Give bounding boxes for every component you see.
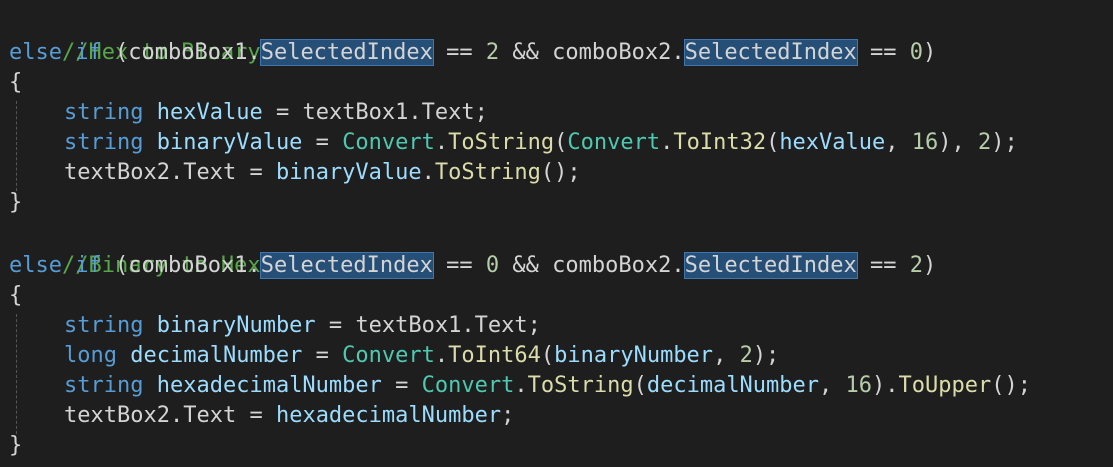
variable-hexadecimalnumber: hexadecimalNumber [275, 403, 502, 428]
code-line-10: { [9, 281, 22, 311]
keyword-if: if [75, 40, 102, 65]
variable-binaryvalue: binaryValue [275, 160, 422, 185]
type-convert: Convert [567, 130, 661, 155]
selectedindex-highlight: SelectedIndex [683, 39, 858, 66]
identifier-combobox1: comboBox1 [128, 40, 248, 65]
number-literal: 16 [845, 373, 873, 398]
keyword-long: long [64, 343, 117, 368]
code-line-14: textBox2.Text = hexadecimalNumber; [64, 403, 515, 428]
property-text: Text [421, 100, 475, 125]
code-line-2: else if (comboBox1.SelectedIndex == 2 &&… [9, 39, 937, 66]
variable-hexadecimalnumber: hexadecimalNumber [156, 373, 382, 398]
code-line-3: { [9, 68, 22, 98]
identifier-textbox2: textBox2 [64, 160, 170, 185]
variable-hexvalue: hexValue [779, 130, 886, 155]
code-line-7: } [9, 188, 22, 218]
variable-binaryvalue: binaryValue [156, 130, 303, 155]
number-literal: 2 [978, 130, 992, 155]
identifier-textbox1: textBox1 [302, 100, 409, 125]
method-toint64: ToInt64 [448, 343, 541, 368]
code-line-5: string binaryValue = Convert.ToString(Co… [64, 130, 1018, 155]
method-toint32: ToInt32 [673, 130, 767, 155]
identifier-combobox1: comboBox1 [128, 253, 248, 278]
brace-close: } [9, 190, 23, 215]
brace-open: { [9, 283, 23, 308]
method-toupper: ToUpper [898, 373, 992, 398]
keyword-string: string [64, 100, 144, 125]
code-line-4: string hexValue = textBox1.Text; [64, 100, 488, 125]
identifier-textbox2: textBox2 [64, 403, 170, 428]
brace-open: { [9, 70, 23, 95]
type-convert: Convert [421, 373, 515, 398]
code-line-11: string binaryNumber = textBox1.Text; [64, 313, 541, 338]
variable-binarynumber: binaryNumber [156, 313, 316, 338]
selectedindex-highlight: SelectedIndex [259, 252, 434, 279]
selectedindex-highlight: SelectedIndex [259, 39, 434, 66]
identifier-combobox2: comboBox2 [552, 40, 672, 65]
number-literal: 0 [909, 40, 923, 65]
property-text: Text [183, 160, 237, 185]
type-convert: Convert [342, 343, 435, 368]
number-literal: 2 [485, 40, 500, 65]
code-line-15: } [9, 431, 22, 461]
variable-binarynumber: binaryNumber [554, 343, 714, 368]
keyword-else: else [9, 40, 62, 65]
code-editor[interactable]: //Hex to Binary else if (comboBox1.Selec… [0, 0, 1113, 467]
variable-hexvalue: hexValue [156, 100, 263, 125]
number-literal: 2 [909, 253, 923, 278]
property-text: Text [474, 313, 528, 338]
keyword-else: else [9, 253, 62, 278]
code-line-12: long decimalNumber = Convert.ToInt64(bin… [64, 343, 780, 368]
identifier-textbox1: textBox1 [355, 313, 462, 338]
keyword-string: string [64, 313, 144, 338]
brace-close: } [9, 433, 23, 458]
selectedindex-highlight: SelectedIndex [683, 252, 858, 279]
variable-decimalnumber: decimalNumber [130, 343, 303, 368]
method-tostring: ToString [527, 373, 634, 398]
method-tostring: ToString [434, 160, 541, 185]
keyword-string: string [64, 373, 144, 398]
code-line-1: //Hex to Binary [9, 8, 261, 65]
keyword-string: string [64, 130, 144, 155]
type-convert: Convert [342, 130, 435, 155]
code-line-9: else if (comboBox1.SelectedIndex == 0 &&… [9, 252, 937, 279]
property-text: Text [183, 403, 237, 428]
method-tostring: ToString [448, 130, 555, 155]
code-line-13: string hexadecimalNumber = Convert.ToStr… [64, 373, 1031, 398]
number-literal: 2 [739, 343, 753, 368]
keyword-if: if [75, 253, 102, 278]
variable-decimalnumber: decimalNumber [646, 373, 820, 398]
number-literal: 16 [911, 130, 939, 155]
code-line-6: textBox2.Text = binaryValue.ToString(); [64, 160, 581, 185]
identifier-combobox2: comboBox2 [552, 253, 672, 278]
code-line-8: //Binary to Hex [9, 221, 261, 278]
number-literal: 0 [485, 253, 500, 278]
